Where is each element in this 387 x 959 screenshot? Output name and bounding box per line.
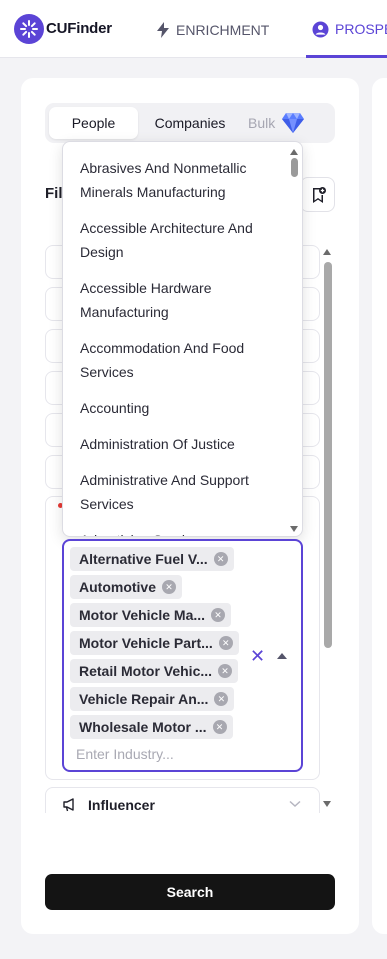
diamond-icon bbox=[282, 113, 305, 133]
remove-chip-icon[interactable]: ✕ bbox=[214, 692, 229, 706]
chevron-down-icon[interactable] bbox=[289, 800, 301, 808]
tab-companies[interactable]: Companies bbox=[140, 107, 240, 139]
remove-chip-icon[interactable]: ✕ bbox=[218, 636, 233, 650]
nav-prospect-label: PROSPE bbox=[335, 21, 387, 37]
tab-bulk-label: Bulk bbox=[248, 115, 276, 131]
lightning-icon bbox=[157, 22, 169, 38]
industry-option[interactable]: Accessible Hardware Manufacturing bbox=[80, 276, 280, 324]
industry-option[interactable]: Abrasives And Nonmetallic Minerals Manuf… bbox=[80, 156, 280, 204]
bookmark-add-icon bbox=[312, 186, 326, 203]
scroll-down-arrow-icon[interactable] bbox=[323, 801, 331, 807]
selected-industry-chip: Alternative Fuel V... ✕ bbox=[70, 547, 234, 571]
list-scroll-down-icon[interactable] bbox=[290, 526, 298, 532]
save-filter-button[interactable] bbox=[300, 177, 335, 212]
industry-input-placeholder[interactable]: Enter Industry... bbox=[76, 746, 174, 762]
industry-option[interactable]: Administrative And Support Services bbox=[80, 468, 280, 516]
scroll-up-arrow-icon[interactable] bbox=[323, 249, 331, 255]
industry-option[interactable]: Accounting bbox=[80, 396, 280, 420]
clear-all-icon[interactable]: ✕ bbox=[250, 647, 265, 665]
industry-option[interactable]: Accessible Architecture And Design bbox=[80, 216, 280, 264]
list-scroll-up-icon[interactable] bbox=[290, 149, 298, 155]
filters-heading: Fil bbox=[45, 185, 63, 202]
selected-industry-chip: Vehicle Repair An... ✕ bbox=[70, 687, 235, 711]
user-circle-icon bbox=[312, 21, 329, 37]
active-nav-indicator bbox=[306, 55, 387, 58]
nav-enrichment-label: ENRICHMENT bbox=[176, 22, 270, 38]
nav-prospect[interactable]: PROSPE bbox=[312, 0, 387, 58]
remove-chip-icon[interactable]: ✕ bbox=[213, 552, 228, 566]
industry-option[interactable]: Administration Of Justice bbox=[80, 432, 280, 456]
tab-bulk[interactable]: Bulk bbox=[248, 107, 305, 139]
remove-chip-icon[interactable]: ✕ bbox=[212, 720, 227, 734]
selected-industry-chip: Automotive ✕ bbox=[70, 575, 182, 599]
cufinder-logo-icon[interactable] bbox=[14, 14, 44, 44]
selected-industry-chip: Motor Vehicle Part... ✕ bbox=[70, 631, 239, 655]
list-scrollbar[interactable] bbox=[291, 158, 298, 177]
selected-industry-chip: Motor Vehicle Ma... ✕ bbox=[70, 603, 232, 627]
selected-industry-chip: Retail Motor Vehic... ✕ bbox=[70, 659, 239, 683]
megaphone-icon bbox=[63, 798, 74, 812]
industry-options-list[interactable]: Abrasives And Nonmetallic Minerals Manuf… bbox=[62, 141, 303, 537]
remove-chip-icon[interactable]: ✕ bbox=[211, 608, 226, 622]
collapse-caret-icon[interactable] bbox=[277, 653, 287, 659]
selected-industry-chip: Wholesale Motor ... ✕ bbox=[70, 715, 233, 739]
nav-enrichment[interactable]: ENRICHMENT bbox=[156, 22, 269, 38]
industry-option[interactable]: Accommodation And Food Services bbox=[80, 336, 280, 384]
tab-people[interactable]: People bbox=[49, 107, 138, 139]
industry-option[interactable]: Advertising Services bbox=[80, 528, 280, 536]
influencer-label: Influencer bbox=[88, 797, 155, 813]
results-panel bbox=[372, 78, 387, 934]
panel-scrollbar[interactable] bbox=[324, 262, 332, 648]
list-fade bbox=[35, 813, 335, 827]
remove-chip-icon[interactable]: ✕ bbox=[218, 664, 233, 678]
search-button[interactable]: Search bbox=[45, 874, 335, 910]
brand-name[interactable]: CUFinder bbox=[46, 20, 112, 37]
remove-chip-icon[interactable]: ✕ bbox=[162, 580, 176, 594]
